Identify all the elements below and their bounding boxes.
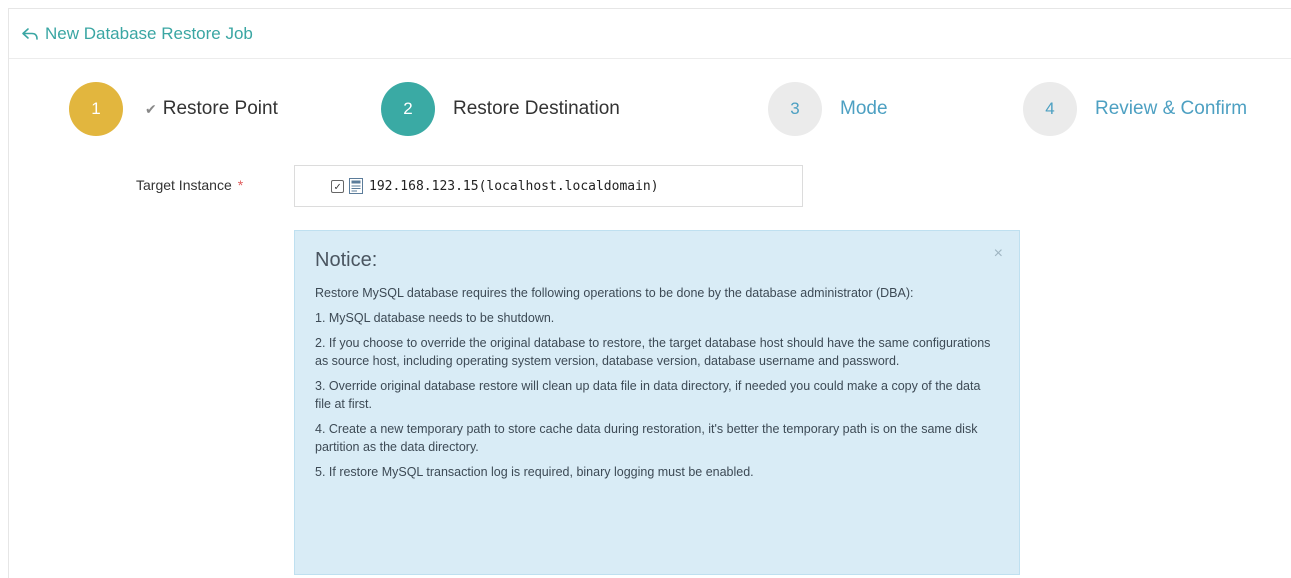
notice-line: 3. Override original database restore wi… xyxy=(315,379,981,411)
restore-job-card: New Database Restore Job 1 ✔ Restore Poi… xyxy=(8,8,1291,578)
step-number: 2 xyxy=(381,82,435,136)
target-instance-value: 192.168.123.15(localhost.localdomain) xyxy=(369,178,659,194)
back-link[interactable]: New Database Restore Job xyxy=(9,9,1291,59)
target-instance-label-text: Target Instance xyxy=(136,177,232,193)
page-title: New Database Restore Job xyxy=(45,23,253,43)
target-instance-field[interactable]: ✓ 192.168.123.15(localhost.localdomain) xyxy=(294,165,803,207)
step-label: Mode xyxy=(840,98,888,119)
step-number: 1 xyxy=(69,82,123,136)
step-restore-destination[interactable]: 2 Restore Destination xyxy=(381,81,620,137)
notice-line: 5. If restore MySQL transaction log is r… xyxy=(315,465,754,479)
step-number: 4 xyxy=(1023,82,1077,136)
required-mark: * xyxy=(237,177,244,193)
step-label: Restore Point xyxy=(162,98,278,119)
step-review-confirm[interactable]: 4 Review & Confirm xyxy=(1023,81,1247,137)
check-icon: ✔ xyxy=(145,100,157,117)
back-arrow-icon xyxy=(21,25,39,43)
notice-line: 4. Create a new temporary path to store … xyxy=(315,422,978,454)
close-icon[interactable]: × xyxy=(994,245,1003,263)
step-restore-point[interactable]: 1 ✔ Restore Point xyxy=(69,81,278,137)
step-label: Review & Confirm xyxy=(1095,98,1248,119)
step-label: Restore Destination xyxy=(453,98,620,119)
notice-line: 2. If you choose to override the origina… xyxy=(315,336,991,368)
step-mode[interactable]: 3 Mode xyxy=(768,81,888,137)
target-instance-label: Target Instance * xyxy=(136,177,243,193)
notice-box: × Notice: Restore MySQL database require… xyxy=(294,230,1020,575)
step-number: 3 xyxy=(768,82,822,136)
checkbox-checked-icon[interactable]: ✓ xyxy=(331,179,344,193)
notice-title: Notice: xyxy=(315,249,378,271)
wizard-steps: 1 ✔ Restore Point 2 Restore Destination … xyxy=(9,81,1291,141)
notice-line: Restore MySQL database requires the foll… xyxy=(315,286,914,300)
host-server-icon xyxy=(349,178,363,194)
notice-line: 1. MySQL database needs to be shutdown. xyxy=(315,311,555,325)
